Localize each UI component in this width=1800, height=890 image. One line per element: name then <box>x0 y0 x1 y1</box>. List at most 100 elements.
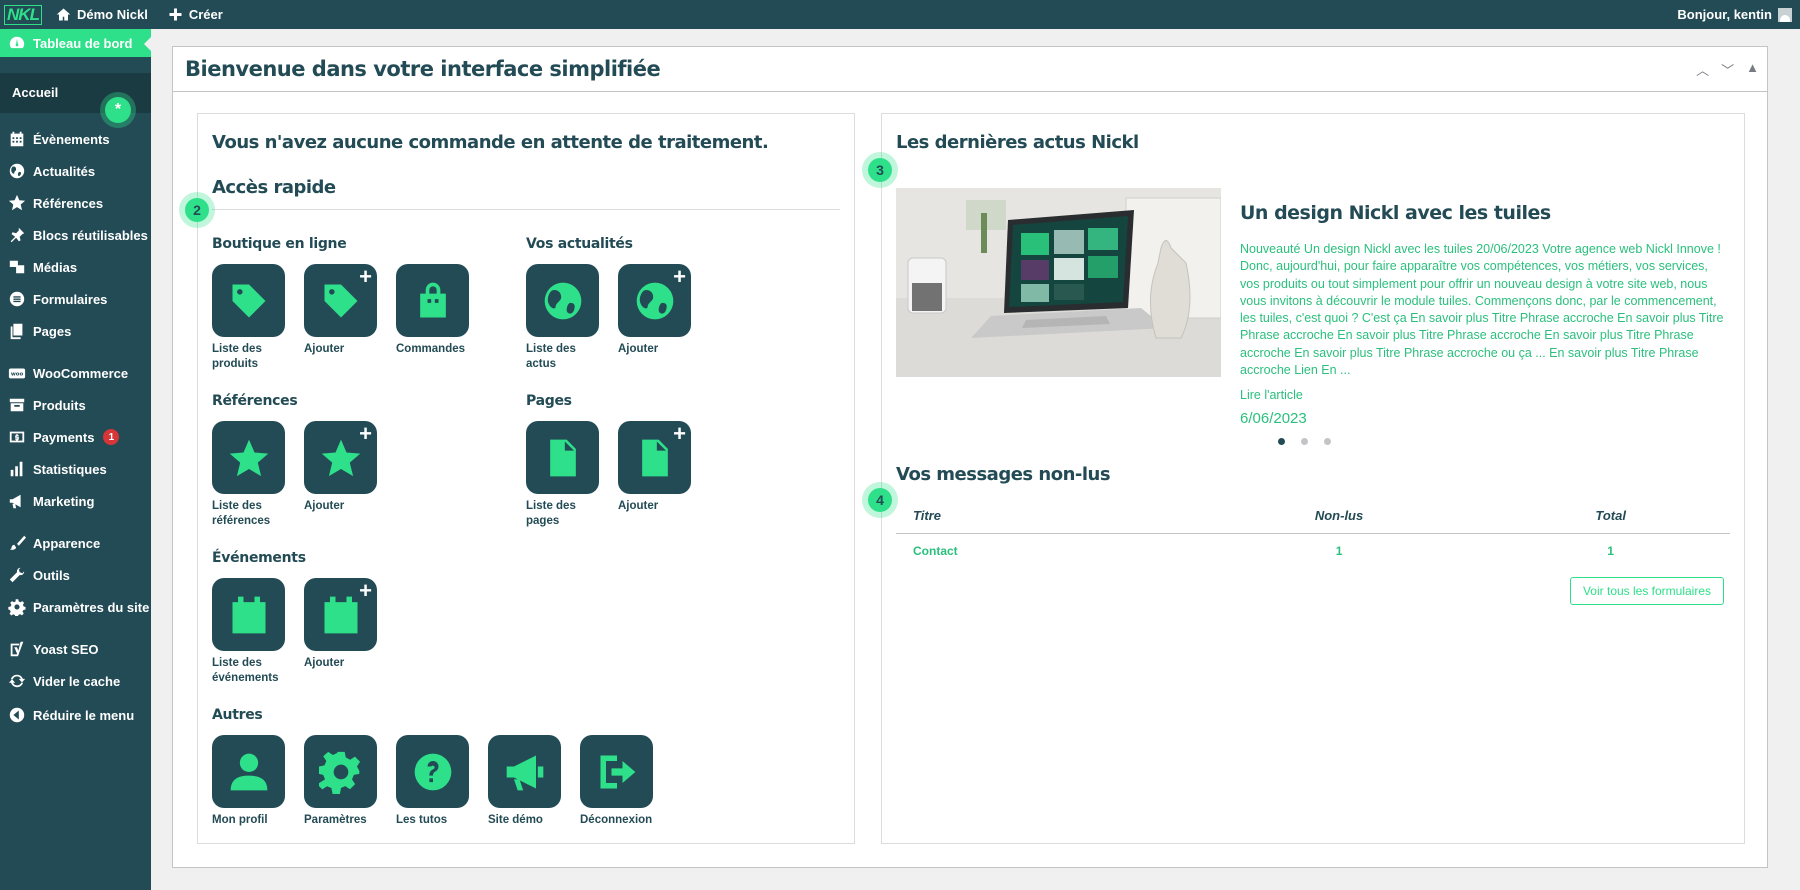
calendar-icon <box>10 131 24 147</box>
carousel-dot-1[interactable] <box>1278 438 1285 445</box>
menu-dashboard[interactable]: Tableau de bord <box>0 29 151 57</box>
menu-events[interactable]: Évènements <box>0 125 151 153</box>
tile-logout[interactable]: Déconnexion <box>580 735 654 828</box>
row-title[interactable]: Contact <box>896 534 1187 569</box>
create-link[interactable]: Créer <box>158 0 233 29</box>
nickl-logo[interactable]: NKL <box>0 0 46 29</box>
step-marker-4: 4 <box>868 488 892 512</box>
megaphone-icon <box>9 494 21 509</box>
menu-collapse[interactable]: Réduire le menu <box>0 701 151 729</box>
col-total: Total <box>1491 500 1730 534</box>
tile-products-list[interactable]: Liste des produits <box>212 264 286 372</box>
forms-icon <box>9 291 25 307</box>
menu-forms[interactable]: Formulaires <box>0 285 151 313</box>
tile-refs-list[interactable]: Liste des références <box>212 421 286 529</box>
menu-statistics[interactable]: Statistiques <box>0 455 151 483</box>
site-name-link[interactable]: Démo Nickl <box>46 0 158 29</box>
tile-pages-add[interactable]: + Ajouter <box>618 421 692 514</box>
gear-icon <box>8 599 26 616</box>
tile-events-list[interactable]: Liste des événements <box>212 578 286 686</box>
page-title: Bienvenue dans votre interface simplifié… <box>185 57 661 81</box>
wrench-icon <box>9 567 25 583</box>
tag-icon <box>232 284 265 317</box>
row-unread: 1 <box>1335 544 1343 558</box>
woo-icon: woo <box>8 368 26 379</box>
group-references: Références <box>212 393 298 409</box>
tile-products-add[interactable]: + Ajouter <box>304 264 378 357</box>
tile-tutos[interactable]: Les tutos <box>396 735 470 828</box>
chart-icon <box>10 461 23 477</box>
globe-icon <box>544 282 581 319</box>
tile-events-add[interactable]: + Ajouter <box>304 578 378 671</box>
tile-news-add[interactable]: + Ajouter <box>618 264 692 357</box>
asterisk-marker: * <box>105 97 131 123</box>
media-icon <box>9 260 25 274</box>
avatar <box>1778 7 1792 22</box>
admin-sidebar: Tableau de bord Accueil * Évènements Act… <box>0 29 151 890</box>
dashboard-icon <box>9 36 25 49</box>
chevron-down-icon[interactable]: ﹀ <box>1721 60 1734 79</box>
news-title[interactable]: Un design Nickl avec les tuiles <box>1240 202 1551 224</box>
read-article-link[interactable]: Lire l'article <box>1240 388 1303 402</box>
tag-add-icon <box>324 284 357 317</box>
menu-reusable-blocks[interactable]: Blocs réutilisables <box>0 221 151 249</box>
news-thumbnail[interactable] <box>896 188 1221 377</box>
menu-references[interactable]: Références <box>0 189 151 217</box>
news-excerpt: Nouveauté Un design Nickl avec les tuile… <box>1240 242 1724 378</box>
carousel-dots <box>1278 438 1331 445</box>
menu-news[interactable]: Actualités <box>0 157 151 185</box>
brush-icon <box>9 535 26 550</box>
user-menu[interactable]: Bonjour, kentin <box>1677 7 1800 22</box>
quick-access-panel: Vous n'avez aucune commande en attente d… <box>197 113 855 844</box>
group-actus: Vos actualités <box>526 236 633 252</box>
tile-pages-list[interactable]: Liste des pages <box>526 421 600 529</box>
menu-payments[interactable]: Payments 1 <box>0 423 151 451</box>
tile-refs-add[interactable]: + Ajouter <box>304 421 378 514</box>
submenu-home[interactable]: Accueil <box>12 85 58 100</box>
menu-yoast[interactable]: Yoast SEO <box>0 635 151 663</box>
globe-add-icon <box>636 282 673 319</box>
globe-icon <box>9 163 25 179</box>
tile-news-list[interactable]: Liste des actus <box>526 264 600 372</box>
messages-heading: Vos messages non-lus <box>896 464 1111 485</box>
archive-icon <box>9 398 25 412</box>
view-all-forms-button[interactable]: Voir tous les formulaires <box>1570 577 1724 605</box>
toggle-triangle-icon[interactable]: ▲ <box>1746 60 1759 79</box>
logout-icon <box>600 755 635 788</box>
divider <box>212 209 840 210</box>
carousel-dot-2[interactable] <box>1301 438 1308 445</box>
tile-settings[interactable]: Paramètres <box>304 735 378 828</box>
pin-icon <box>10 227 25 243</box>
home-icon <box>56 8 71 21</box>
tile-demo[interactable]: Site démo <box>488 735 562 828</box>
news-messages-panel: Les dernières actus Nickl Un design Nick… <box>881 113 1745 844</box>
table-row: Contact 1 1 <box>896 534 1730 569</box>
menu-pages[interactable]: Pages <box>0 317 151 345</box>
refresh-icon <box>8 674 26 688</box>
menu-site-settings[interactable]: Paramètres du site <box>0 593 151 621</box>
welcome-panel: Bienvenue dans votre interface simplifié… <box>172 46 1768 868</box>
group-pages: Pages <box>526 393 572 409</box>
menu-appearance[interactable]: Apparence <box>0 529 151 557</box>
step-marker-2: 2 <box>185 198 209 222</box>
page-add-icon <box>641 439 668 476</box>
star-icon <box>229 439 268 476</box>
menu-products[interactable]: Produits <box>0 391 151 419</box>
tile-orders[interactable]: Commandes <box>396 264 470 357</box>
menu-tools[interactable]: Outils <box>0 561 151 589</box>
gear-icon <box>318 751 360 794</box>
panel-controls: ︿ ﹀ ▲ <box>1696 60 1767 79</box>
carousel-dot-3[interactable] <box>1324 438 1331 445</box>
menu-marketing[interactable]: Marketing <box>0 487 151 515</box>
pages-icon <box>10 323 23 340</box>
row-total: 1 <box>1607 544 1614 558</box>
menu-clear-cache[interactable]: Vider le cache <box>0 667 151 695</box>
group-evenements: Événements <box>212 550 306 566</box>
chevron-up-icon[interactable]: ︿ <box>1696 60 1709 79</box>
tile-profile[interactable]: Mon profil <box>212 735 286 828</box>
step-marker-3: 3 <box>868 158 892 182</box>
menu-woocommerce[interactable]: woo WooCommerce <box>0 359 151 387</box>
menu-media[interactable]: Médias <box>0 253 151 281</box>
user-icon <box>230 753 267 790</box>
dollar-icon <box>9 431 25 443</box>
